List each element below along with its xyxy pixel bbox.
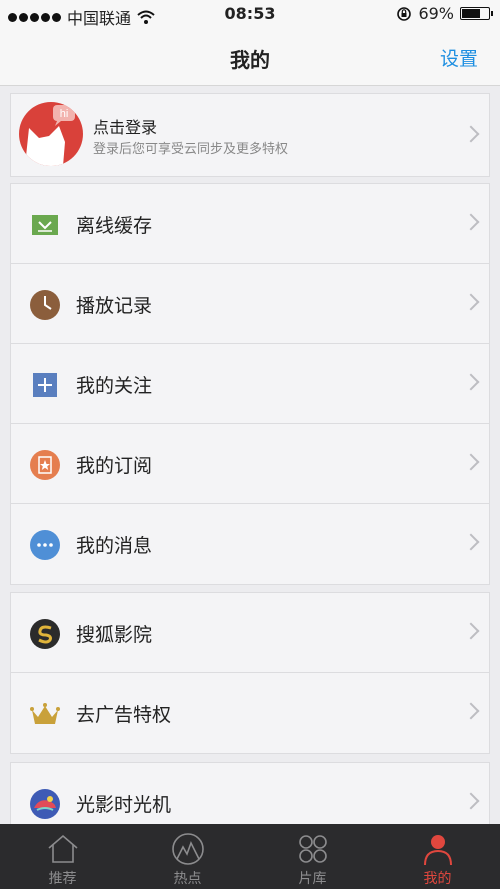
clock-icon (30, 290, 60, 320)
grid-circles-icon (298, 835, 327, 863)
chevron-right-icon (462, 453, 480, 471)
avatar-badge: hi (60, 108, 69, 120)
plus-icon (33, 373, 57, 397)
menu-item-offline-cache[interactable]: 离线缓存 (11, 184, 489, 264)
menu-item-label: 我的关注 (76, 375, 153, 397)
avatar: hi (19, 102, 83, 166)
status-bar: 中国联通 08:53 69% (0, 0, 500, 30)
flame-icon (171, 833, 204, 865)
battery-info: 69% (396, 4, 493, 23)
login-card[interactable]: hi 点击登录 登录后您可享受云同步及更多特权 (10, 93, 490, 177)
login-title: 点击登录 (93, 118, 158, 137)
menu-group-1: 离线缓存 播放记录 我的关注 我的订阅 我的消息 (10, 183, 490, 585)
menu-item-label: 去广告特权 (76, 704, 172, 726)
person-icon (423, 835, 452, 866)
download-icon (32, 215, 58, 235)
menu-item-label: 我的订阅 (76, 455, 153, 477)
chevron-right-icon (462, 533, 480, 551)
menu-item-messages[interactable]: 我的消息 (11, 504, 489, 584)
menu-item-sohu-cinema[interactable]: 搜狐影院 (11, 593, 489, 673)
login-row[interactable]: hi 点击登录 登录后您可享受云同步及更多特权 (11, 94, 489, 176)
menu-item-label: 搜狐影院 (76, 624, 153, 646)
chevron-right-icon (462, 622, 480, 640)
orientation-lock-icon (397, 6, 412, 21)
nav-bar: 我的 设置 (0, 30, 500, 86)
tab-label: 片库 (298, 871, 327, 887)
login-subtitle: 登录后您可享受云同步及更多特权 (93, 142, 289, 157)
tab-recommend[interactable]: 推荐 (0, 824, 125, 889)
battery-icon (460, 7, 493, 20)
tab-bar: 推荐 热点 片库 我的 (0, 824, 500, 889)
menu-item-following[interactable]: 我的关注 (11, 344, 489, 424)
star-badge-icon (30, 450, 60, 480)
chevron-right-icon (462, 125, 480, 143)
menu-group-2: 搜狐影院 去广告特权 (10, 592, 490, 754)
menu-item-play-history[interactable]: 播放记录 (11, 264, 489, 344)
tab-hot[interactable]: 热点 (125, 824, 250, 889)
menu-item-subscriptions[interactable]: 我的订阅 (11, 424, 489, 504)
tab-mine[interactable]: 我的 (375, 824, 500, 889)
time-machine-icon (30, 789, 60, 819)
menu-item-ad-free[interactable]: 去广告特权 (11, 673, 489, 753)
chevron-right-icon (462, 702, 480, 720)
chevron-right-icon (462, 373, 480, 391)
home-icon (47, 834, 78, 863)
sohu-cinema-icon (30, 619, 60, 649)
chevron-right-icon (462, 293, 480, 311)
battery-fill (462, 9, 480, 18)
tab-label: 推荐 (48, 871, 77, 887)
crown-icon (30, 703, 60, 724)
chevron-right-icon (462, 213, 480, 231)
tab-library[interactable]: 片库 (250, 824, 375, 889)
menu-item-label: 我的消息 (76, 535, 153, 557)
tab-label: 热点 (173, 871, 202, 887)
battery-percent: 69% (418, 4, 454, 23)
menu-item-label: 离线缓存 (76, 215, 153, 237)
message-dots-icon (30, 530, 60, 560)
tab-label: 我的 (423, 871, 452, 887)
settings-button[interactable]: 设置 (440, 44, 478, 71)
chevron-right-icon (462, 792, 480, 810)
menu-item-label: 播放记录 (76, 295, 153, 317)
page-title: 我的 (230, 48, 270, 72)
menu-item-label: 光影时光机 (76, 794, 172, 816)
fox-avatar-icon: hi (25, 105, 75, 166)
